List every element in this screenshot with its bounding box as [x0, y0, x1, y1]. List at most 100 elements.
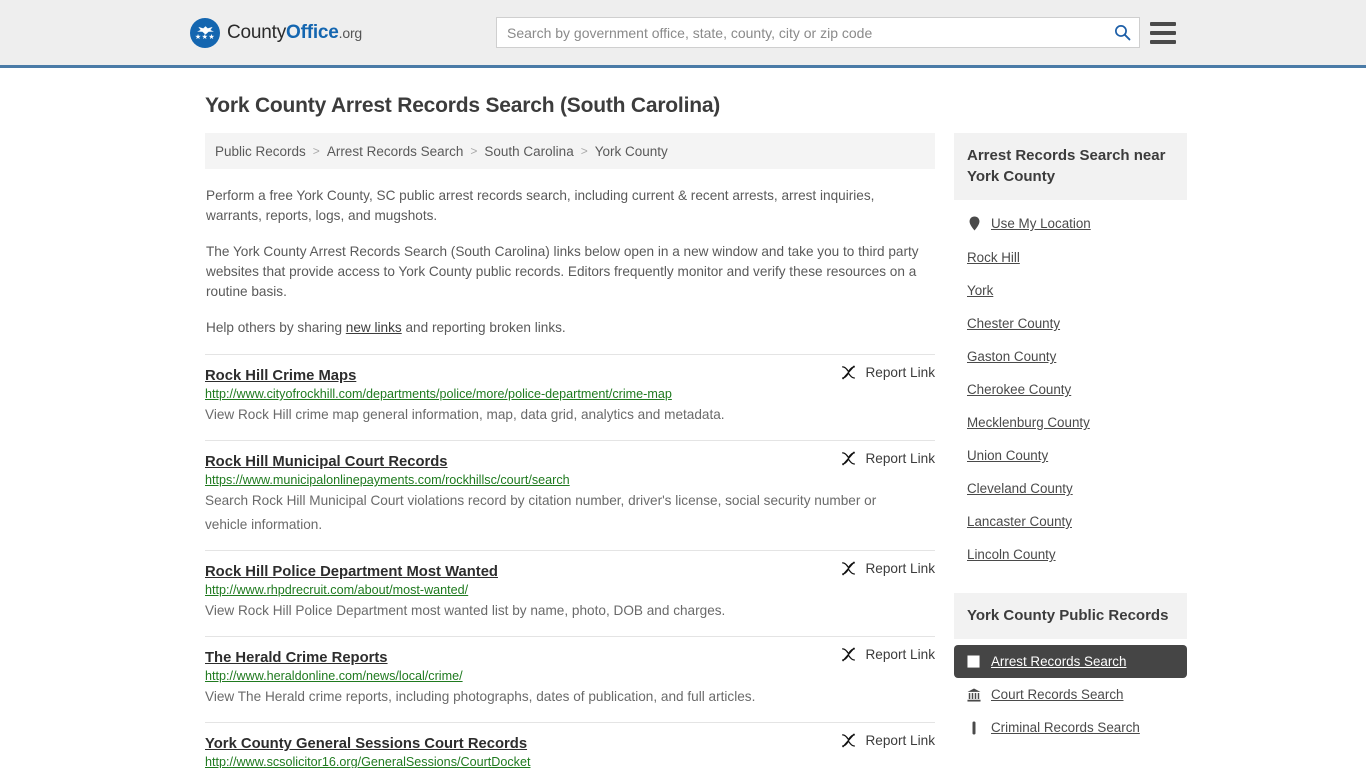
result-url[interactable]: http://www.cityofrockhill.com/department…	[205, 387, 935, 401]
result-row: Rock Hill Police Department Most Wanted …	[205, 550, 935, 636]
sidebar-item-mecklenburg-county[interactable]: Mecklenburg County	[954, 406, 1187, 439]
brand-part-county: County	[227, 21, 287, 43]
nearby-panel-body: Use My Location Rock Hill York Chester C…	[954, 200, 1187, 571]
sidebar-item-cherokee-county[interactable]: Cherokee County	[954, 373, 1187, 406]
result-url[interactable]: https://www.municipalonlinepayments.com/…	[205, 473, 935, 487]
sidebar-item-york[interactable]: York	[954, 274, 1187, 307]
sidebar-item-label: Arrest Records Search	[991, 654, 1127, 669]
sidebar-item-label: York	[967, 283, 994, 298]
broken-link-icon	[842, 561, 856, 576]
brand-text: CountyOffice.org	[227, 22, 362, 44]
result-row: York County General Sessions Court Recor…	[205, 722, 935, 768]
breadcrumb-separator: >	[312, 144, 320, 158]
search-icon	[1114, 25, 1130, 41]
sidebar: Arrest Records Search near York County U…	[954, 133, 1187, 766]
sidebar-item-gaston-county[interactable]: Gaston County	[954, 340, 1187, 373]
content-columns: Public Records > Arrest Records Search >…	[205, 133, 1366, 768]
page-body: York County Arrest Records Search (South…	[0, 94, 1366, 768]
result-description: View The Herald crime reports, including…	[205, 689, 756, 704]
map-pin-icon	[967, 216, 982, 231]
sidebar-item-lincoln-county[interactable]: Lincoln County	[954, 538, 1187, 571]
report-link-button[interactable]: Report Link	[840, 733, 935, 748]
breadcrumb-item-arrest-records-search[interactable]: Arrest Records Search	[327, 144, 464, 159]
public-records-panel-body: Arrest Records Search Court Records Sear…	[954, 639, 1187, 744]
site-logo[interactable]: ★★★ CountyOffice.org	[190, 17, 362, 48]
breadcrumb-item-public-records[interactable]: Public Records	[215, 144, 306, 159]
result-row: Rock Hill Municipal Court Records https:…	[205, 440, 935, 550]
sidebar-item-label: Rock Hill	[967, 250, 1020, 265]
result-title-link[interactable]: Rock Hill Crime Maps	[205, 368, 356, 384]
sidebar-item-label: Cleveland County	[967, 481, 1073, 496]
result-url[interactable]: http://www.scsolicitor16.org/GeneralSess…	[205, 755, 935, 768]
report-link-button[interactable]: Report Link	[840, 561, 935, 576]
result-title-link[interactable]: York County General Sessions Court Recor…	[205, 736, 527, 752]
sidebar-item-criminal-records-search[interactable]: Criminal Records Search	[954, 711, 1187, 744]
result-row: Rock Hill Crime Maps http://www.cityofro…	[205, 354, 935, 440]
sidebar-item-label: Court Records Search	[991, 687, 1124, 702]
sidebar-item-label: Lancaster County	[967, 514, 1072, 529]
result-description: Search Rock Hill Municipal Court violati…	[205, 493, 877, 532]
intro-paragraph-3: Help others by sharing new links and rep…	[206, 318, 934, 338]
use-my-location-button[interactable]: Use My Location	[954, 206, 1187, 241]
hamburger-menu-icon[interactable]	[1150, 21, 1176, 44]
sidebar-item-chester-county[interactable]: Chester County	[954, 307, 1187, 340]
sidebar-item-label: Mecklenburg County	[967, 415, 1090, 430]
breadcrumb-item-south-carolina[interactable]: South Carolina	[484, 144, 573, 159]
site-header: ★★★ CountyOffice.org	[0, 0, 1366, 68]
search-button[interactable]	[1105, 18, 1139, 47]
results-list: Rock Hill Crime Maps http://www.cityofro…	[205, 354, 935, 768]
result-title-link[interactable]: Rock Hill Police Department Most Wanted	[205, 564, 498, 580]
broken-link-icon	[842, 365, 856, 380]
sidebar-item-lancaster-county[interactable]: Lancaster County	[954, 505, 1187, 538]
public-records-panel-title: York County Public Records	[954, 593, 1187, 639]
courthouse-icon	[966, 688, 981, 702]
report-link-label: Report Link	[865, 365, 935, 380]
intro-paragraph-1: Perform a free York County, SC public ar…	[206, 188, 875, 223]
search-bar[interactable]	[496, 17, 1140, 48]
sidebar-item-cleveland-county[interactable]: Cleveland County	[954, 472, 1187, 505]
result-url[interactable]: http://www.rhpdrecruit.com/about/most-wa…	[205, 583, 935, 597]
sidebar-item-arrest-records-search[interactable]: Arrest Records Search	[954, 645, 1187, 678]
intro-paragraph-2: The York County Arrest Records Search (S…	[206, 244, 919, 299]
report-link-label: Report Link	[865, 561, 935, 576]
page-title: York County Arrest Records Search (South…	[205, 94, 721, 117]
report-link-label: Report Link	[865, 451, 935, 466]
result-title-link[interactable]: The Herald Crime Reports	[205, 650, 388, 666]
report-link-label: Report Link	[865, 733, 935, 748]
main-content: Public Records > Arrest Records Search >…	[205, 133, 935, 768]
intro-p3-before: Help others by sharing	[206, 320, 346, 335]
result-row: The Herald Crime Reports http://www.hera…	[205, 636, 935, 722]
public-records-panel: York County Public Records Arrest Record…	[954, 593, 1187, 744]
sidebar-item-label: Union County	[967, 448, 1049, 463]
sidebar-item-label: Gaston County	[967, 349, 1057, 364]
sidebar-item-rock-hill[interactable]: Rock Hill	[954, 241, 1187, 274]
breadcrumb-separator: >	[470, 144, 478, 158]
report-link-button[interactable]: Report Link	[840, 451, 935, 466]
document-icon	[966, 655, 981, 669]
eagle-shield-icon: ★★★	[190, 17, 220, 48]
stars-icon: ★★★	[194, 34, 216, 41]
new-links-link[interactable]: new links	[346, 320, 402, 335]
fingerprint-icon	[966, 721, 981, 735]
result-title-link[interactable]: Rock Hill Municipal Court Records	[205, 454, 448, 470]
sidebar-item-label: Cherokee County	[967, 382, 1072, 397]
sidebar-item-court-records-search[interactable]: Court Records Search	[954, 678, 1187, 711]
result-description: View Rock Hill Police Department most wa…	[205, 603, 726, 618]
report-link-label: Report Link	[865, 647, 935, 662]
search-input[interactable]	[497, 18, 1105, 47]
sidebar-item-label: Criminal Records Search	[991, 720, 1140, 735]
intro-p3-after: and reporting broken links.	[401, 320, 566, 335]
sidebar-item-label: Lincoln County	[967, 547, 1056, 562]
nearby-panel-title: Arrest Records Search near York County	[954, 133, 1187, 200]
broken-link-icon	[842, 647, 856, 662]
report-link-button[interactable]: Report Link	[840, 647, 935, 662]
result-url[interactable]: http://www.heraldonline.com/news/local/c…	[205, 669, 935, 683]
sidebar-item-union-county[interactable]: Union County	[954, 439, 1187, 472]
report-link-button[interactable]: Report Link	[840, 365, 935, 380]
result-description: View Rock Hill crime map general informa…	[205, 407, 725, 422]
sidebar-item-label: Chester County	[967, 316, 1061, 331]
breadcrumb-separator: >	[580, 144, 588, 158]
breadcrumb-item-york-county[interactable]: York County	[595, 144, 668, 159]
use-my-location-label: Use My Location	[991, 216, 1091, 231]
intro-section: Perform a free York County, SC public ar…	[205, 186, 935, 338]
